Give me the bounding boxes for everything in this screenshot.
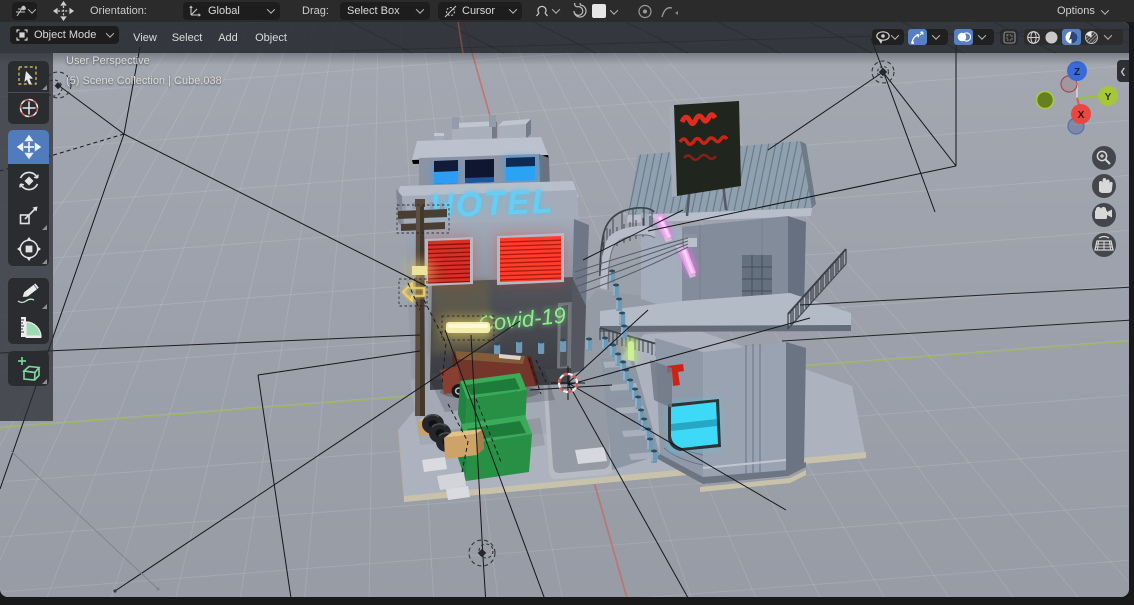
svg-text:X: X (1078, 110, 1085, 121)
svg-text:HOTEL: HOTEL (428, 182, 555, 225)
svg-text:Z: Z (1074, 67, 1080, 78)
svg-text:Y: Y (1105, 92, 1112, 103)
